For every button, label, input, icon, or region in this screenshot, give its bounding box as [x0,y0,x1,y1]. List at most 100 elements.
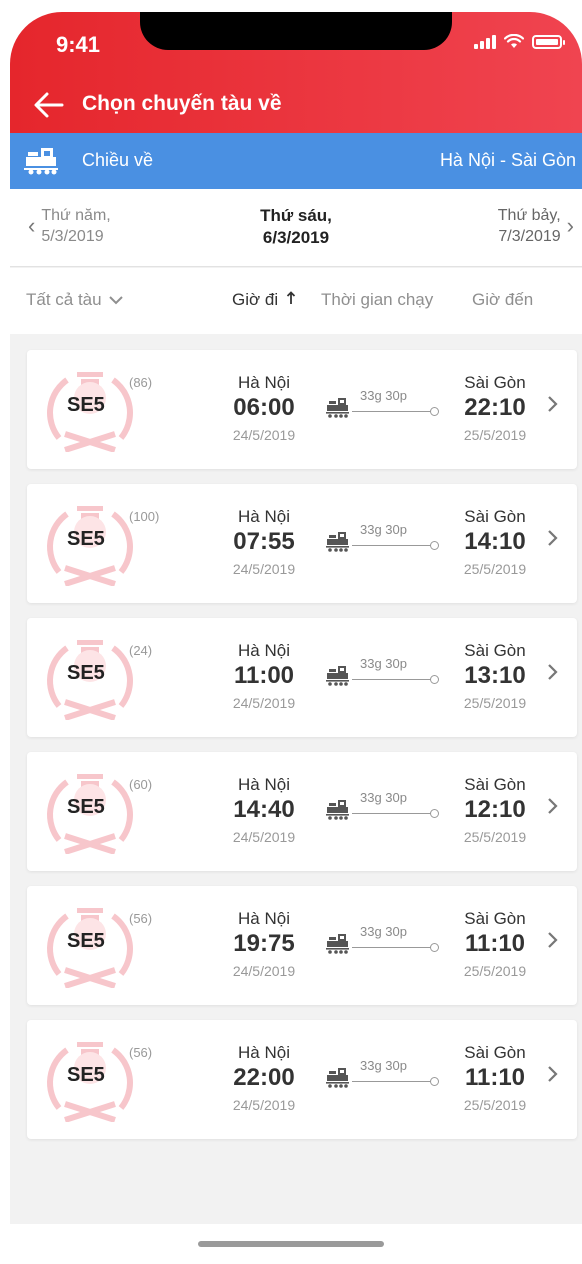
arrival-info: Sài Gòn 22:10 25/5/2019 [445,372,545,445]
departure-date: 24/5/2019 [232,695,296,711]
sort-bar: Tất cả tàu Giờ đi Thời gian chạy Giờ đến [10,268,582,334]
departure-info: Hà Nội 22:00 24/5/2019 [217,1042,311,1115]
arrival-time: 11:10 [464,930,526,957]
back-button[interactable] [32,90,66,120]
date-selector: ‹ Thứ năm, 5/3/2019 Thứ sáu, 6/3/2019 Th… [10,189,582,267]
direction-bar: Chiều về Hà Nội - Sài Gòn [10,133,582,189]
train-code: SE5 [67,662,105,684]
arrival-date: 25/5/2019 [463,427,527,443]
departure-date: 24/5/2019 [232,829,296,845]
departure-date: 24/5/2019 [232,427,296,443]
departure-info: Hà Nội 19:75 24/5/2019 [217,908,311,981]
trip-card[interactable]: SE5 (86) Hà Nội 06:00 24/5/2019 33g 30p … [27,350,577,469]
seat-count: (24) [129,643,153,658]
arrival-time: 12:10 [464,796,526,823]
arrival-time: 22:10 [464,394,526,421]
route-line-segment [352,947,432,948]
trip-card[interactable]: SE5 (56) Hà Nội 19:75 24/5/2019 33g 30p … [27,886,577,1005]
current-date-day: Thứ sáu, [260,206,332,225]
train-icon [326,934,349,954]
trip-card[interactable]: SE5 (60) Hà Nội 14:40 24/5/2019 33g 30p … [27,752,577,871]
sort-departure-label: Giờ đi [232,290,279,309]
arrow-left-icon [34,92,64,118]
departure-time: 19:75 [233,930,295,957]
filter-all-trains[interactable]: Tất cả tàu [26,290,124,310]
arrival-info: Sài Gòn 12:10 25/5/2019 [445,774,545,847]
trip-duration: 33g 30p [360,1058,407,1073]
seat-count: (86) [129,375,153,390]
train-icon [326,800,349,820]
sort-arrival[interactable]: Giờ đến [472,290,533,310]
departure-info: Hà Nội 07:55 24/5/2019 [217,506,311,579]
arrival-station: Sài Gòn [464,909,526,928]
route-line-segment [352,813,432,814]
arrow-up-icon [286,291,295,304]
route-line-segment [352,545,432,546]
departure-time: 14:40 [233,796,295,823]
arrival-info: Sài Gòn 11:10 25/5/2019 [445,1042,545,1115]
train-code: SE5 [67,1064,105,1086]
route-line-segment [352,1081,432,1082]
seat-count: (56) [129,911,153,926]
train-icon [326,666,349,686]
filter-all-trains-label: Tất cả tàu [26,290,102,309]
page-title: Chọn chuyến tàu về [82,92,282,115]
next-date-value: 7/3/2019 [498,228,561,245]
sort-departure[interactable]: Giờ đi [232,290,296,310]
arrival-info: Sài Gòn 11:10 25/5/2019 [445,908,545,981]
direction-route: Hà Nội - Sài Gòn [439,150,576,170]
departure-info: Hà Nội 11:00 24/5/2019 [217,640,311,713]
departure-station: Hà Nội [238,507,290,526]
seat-count: (100) [129,509,160,524]
chevron-right-icon [548,932,558,948]
trip-card[interactable]: SE5 (100) Hà Nội 07:55 24/5/2019 33g 30p… [27,484,577,603]
seat-count: (56) [129,1045,153,1060]
status-time: 9:41 [56,32,101,57]
trip-card[interactable]: SE5 (24) Hà Nội 11:00 24/5/2019 33g 30p … [27,618,577,737]
destination-dot [430,1077,439,1086]
departure-info: Hà Nội 14:40 24/5/2019 [217,774,311,847]
departure-station: Hà Nội [238,775,290,794]
trip-duration: 33g 30p [360,388,407,403]
arrival-date: 25/5/2019 [463,695,527,711]
chevron-right-icon [548,664,558,680]
arrival-station: Sài Gòn [464,1043,526,1062]
destination-dot [430,407,439,416]
arrival-station: Sài Gòn [464,507,526,526]
arrival-station: Sài Gòn [464,373,526,392]
departure-info: Hà Nội 06:00 24/5/2019 [217,372,311,445]
departure-date: 24/5/2019 [232,963,296,979]
trip-duration: 33g 30p [360,656,407,671]
route-line-segment [352,679,432,680]
arrival-time: 14:10 [464,528,526,555]
next-date-day: Thứ bảy, [497,207,561,224]
arrival-date: 25/5/2019 [463,561,527,577]
trip-card[interactable]: SE5 (56) Hà Nội 22:00 24/5/2019 33g 30p … [27,1020,577,1139]
departure-time: 06:00 [233,394,295,421]
direction-label: Chiều về [82,150,154,170]
departure-station: Hà Nội [238,909,290,928]
trip-duration: 33g 30p [360,924,407,939]
wifi-icon [504,34,524,48]
arrival-time: 11:10 [464,1064,526,1091]
destination-dot [430,541,439,550]
train-icon [326,532,349,552]
battery-icon [532,34,565,49]
cellular-signal-icon [474,34,496,49]
arrival-date: 25/5/2019 [463,963,527,979]
departure-station: Hà Nội [238,373,290,392]
device-notch [140,12,452,50]
departure-station: Hà Nội [238,641,290,660]
chevron-down-icon [109,296,124,305]
train-icon [326,398,349,418]
seat-count: (60) [129,777,153,792]
sort-duration[interactable]: Thời gian chạy [321,290,433,310]
destination-dot [430,943,439,952]
departure-time: 07:55 [233,528,295,555]
trip-list: SE5 (86) Hà Nội 06:00 24/5/2019 33g 30p … [27,350,577,1154]
next-date-button[interactable]: Thứ bảy, 7/3/2019 › [498,205,574,247]
arrival-info: Sài Gòn 13:10 25/5/2019 [445,640,545,713]
current-date-value: 6/3/2019 [262,228,330,247]
arrival-time: 13:10 [464,662,526,689]
home-indicator [198,1241,384,1247]
